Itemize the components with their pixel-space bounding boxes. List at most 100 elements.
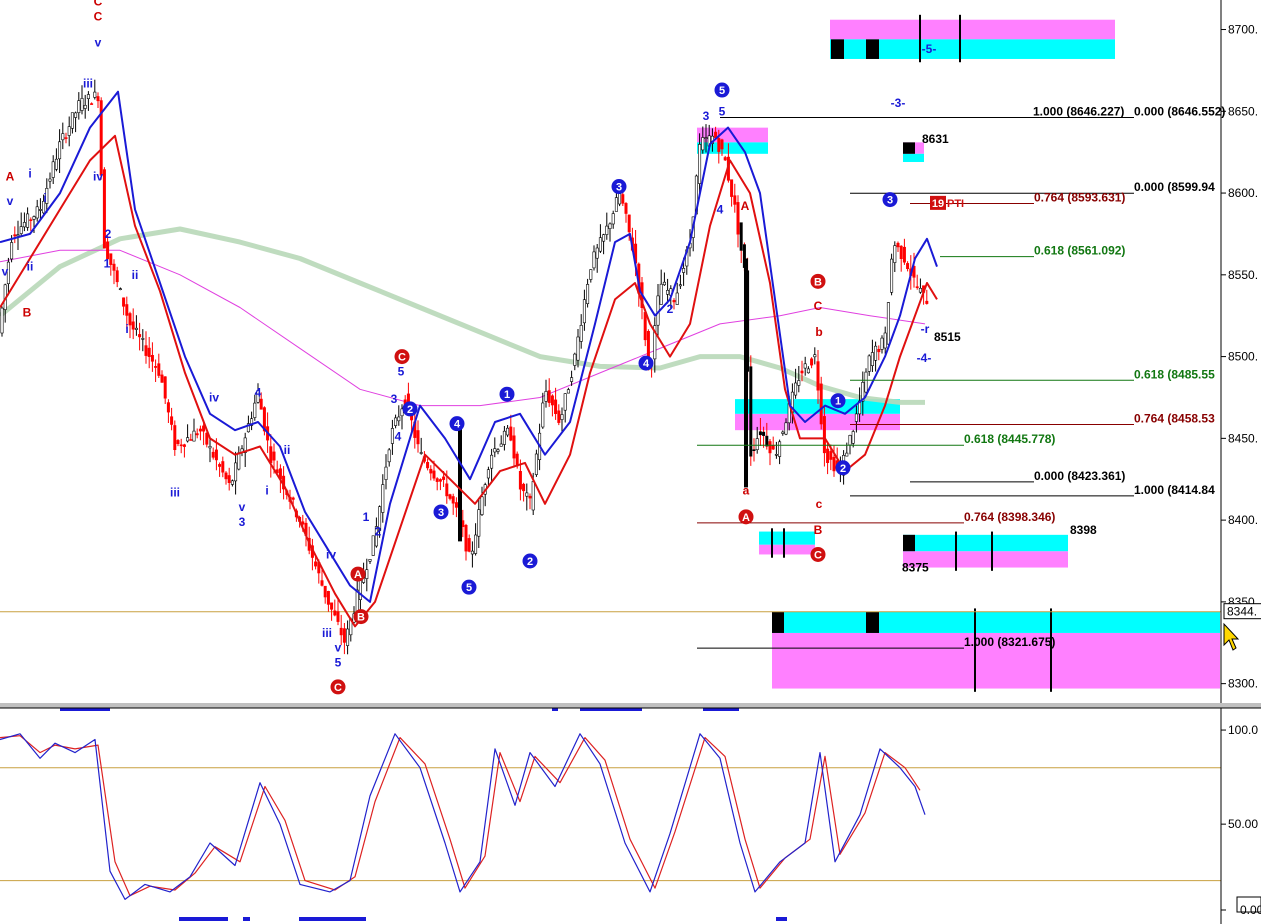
candle-body (51, 161, 55, 178)
candle-body (560, 414, 564, 420)
level-tag: 8398 (1070, 523, 1097, 537)
candle-body (717, 138, 721, 152)
candle-body (342, 628, 346, 643)
candle-body (621, 194, 625, 204)
candle-body (230, 480, 234, 485)
candle-body (83, 105, 87, 109)
candle-body (803, 363, 807, 369)
candle-body (70, 112, 74, 129)
candle-body (173, 425, 177, 451)
candle-body (176, 440, 180, 444)
wave-circle-label: C (398, 352, 406, 364)
fib-label: 0.000 (8599.94 (1134, 180, 1215, 194)
candle-body (323, 585, 327, 598)
wave-label: iv (209, 390, 219, 404)
wave-label: 4 (395, 430, 402, 444)
candle-body (797, 380, 801, 386)
candle-body (346, 628, 350, 646)
candle-body (144, 345, 148, 356)
candle-body (189, 439, 193, 441)
wave-circle-label: 5 (466, 582, 472, 594)
candle-body (554, 399, 558, 414)
wave-circle-label: 2 (407, 404, 413, 416)
wave-circle-label: 3 (438, 507, 444, 519)
candle-body (733, 195, 737, 205)
cyan-zone (903, 534, 1068, 552)
candle-body (125, 304, 129, 316)
axis-tick-label: 8500. (1228, 350, 1258, 364)
wave-label: v (7, 194, 14, 208)
candle-body (93, 91, 97, 98)
wave-label: B (814, 523, 823, 537)
candle-body (326, 590, 330, 605)
wave-label: -4- (917, 351, 932, 365)
fib-label: 0.000 (8423.361) (1034, 469, 1125, 483)
candle-body (682, 267, 686, 273)
candle-body (851, 431, 855, 444)
wave-label: iv (93, 170, 103, 184)
wave-label: 4 (717, 202, 724, 216)
candle-body (432, 470, 436, 479)
zone-block (831, 39, 844, 59)
candle-body (662, 281, 666, 286)
candle-body (166, 402, 170, 413)
candle-body (320, 580, 324, 586)
chart-background (0, 0, 1261, 924)
candle-body (698, 144, 702, 184)
candle-body (394, 417, 398, 426)
fib-label: 0.618 (8445.778) (964, 432, 1055, 446)
candle-body (493, 448, 497, 453)
wave-circle-label: 2 (527, 556, 533, 568)
candle-body (74, 112, 78, 118)
wave-label: ii (284, 443, 291, 457)
candle-body (390, 428, 394, 444)
candle-body (848, 434, 852, 446)
axis-tick-label: 8450. (1228, 431, 1258, 445)
candle-body (576, 336, 580, 361)
axis-tick-label: 50.00 (1228, 817, 1258, 831)
candle-body (547, 390, 551, 403)
candle-body (221, 461, 225, 473)
cyan-zone (903, 153, 924, 162)
candle-body (77, 100, 81, 113)
candle-body (675, 292, 679, 305)
candle-body (314, 561, 318, 567)
zone-block (772, 611, 784, 633)
candle-body (381, 484, 385, 513)
candle-body (339, 627, 343, 636)
candle-body (758, 431, 762, 436)
candle-body (208, 445, 212, 449)
candle-body (454, 502, 458, 508)
candle-body (605, 225, 609, 235)
candle-body (877, 348, 881, 353)
signal-dash (299, 917, 366, 921)
wave-label: C (814, 299, 823, 313)
candle-body (867, 355, 871, 372)
wave-label: 2 (667, 302, 674, 316)
wave-label: iii (83, 76, 93, 90)
wave-label: -r (921, 322, 930, 336)
candle-body (720, 139, 724, 150)
wave-label: i (125, 322, 128, 336)
candle-body (550, 395, 554, 406)
candle-body (227, 475, 231, 483)
candle-body (752, 449, 756, 452)
candle-body (778, 441, 782, 457)
wave-label: v (95, 36, 102, 50)
zone-block (866, 39, 879, 59)
wave-label: i (43, 191, 46, 205)
cyan-zone (759, 531, 815, 545)
wave-label: -3- (891, 96, 906, 110)
candle-body (141, 338, 145, 340)
candle-body (32, 216, 36, 220)
level-tag: 8631 (922, 132, 949, 146)
wave-label: 3 (391, 392, 398, 406)
candle-body (566, 389, 570, 394)
wave-label: A (741, 199, 750, 213)
wave-label: i (265, 484, 268, 498)
wave-label: c (816, 497, 823, 511)
candle-body (490, 454, 494, 469)
candle-body (218, 464, 222, 467)
candle-body (579, 324, 583, 342)
candle-body (224, 472, 228, 480)
